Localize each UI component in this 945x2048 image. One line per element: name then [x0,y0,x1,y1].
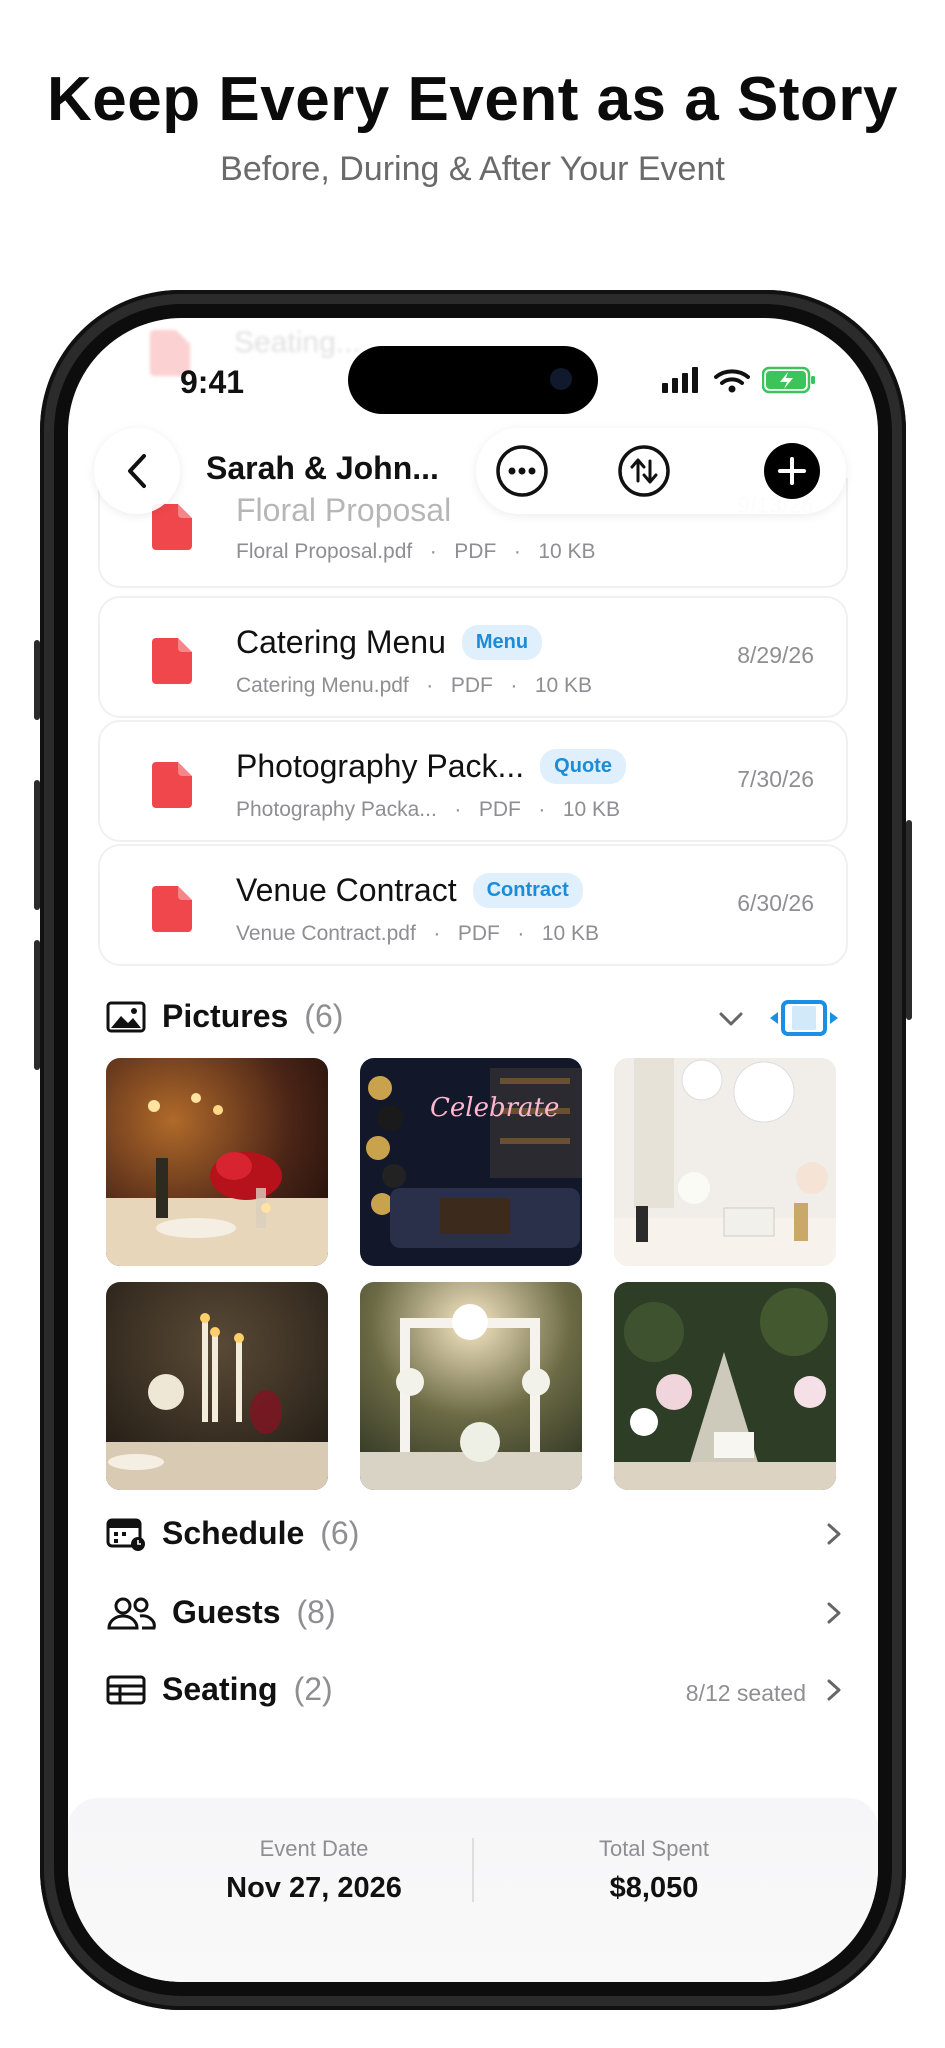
navigation-bar: Sarah & John... [94,428,846,514]
file-name: Floral Proposal.pdf [236,540,413,563]
nav-actions-group [476,428,846,514]
schedule-row[interactable]: Schedule (6) [106,1514,359,1552]
wifi-icon [714,369,750,393]
more-button[interactable] [494,443,550,499]
chevron-right-icon[interactable] [826,1601,842,1625]
file-card-catering[interactable]: Catering Menu Menu Catering Menu.pdf · P… [98,596,848,718]
file-name: Catering Menu.pdf [236,674,409,697]
stat-label: Total Spent [598,1836,710,1861]
section-label: Schedule [162,1514,305,1551]
pdf-file-icon [152,762,192,808]
pdf-file-icon [152,638,192,684]
file-type: PDF [457,922,500,945]
status-icons [662,366,816,394]
file-date: 7/30/26 [737,766,814,792]
guests-row[interactable]: Guests (8) [106,1594,336,1631]
event-photo-2[interactable]: Celebrate [360,1058,582,1266]
section-count: (2) [293,1671,333,1707]
status-time: 9:41 [180,364,245,400]
section-count: (8) [296,1594,336,1630]
meta-separator: · [426,674,434,697]
carousel-view-icon[interactable] [768,996,840,1040]
section-label: Seating [162,1671,278,1707]
sort-arrows-icon [618,445,670,497]
meta-separator: · [454,798,462,821]
phone-power-button [906,820,912,1020]
section-count: (6) [320,1514,360,1551]
plus-icon [778,457,806,485]
file-name: Venue Contract.pdf [236,922,416,945]
event-photo-3[interactable] [614,1058,836,1266]
pdf-file-icon [152,886,192,932]
file-tag: Contract [472,873,583,908]
nav-title: Sarah & John... [206,450,439,486]
chevron-right-icon[interactable] [826,1678,842,1702]
file-title: Venue Contract [236,872,457,908]
chevron-down-icon[interactable] [718,1010,744,1028]
meta-separator: · [513,540,521,563]
file-type: PDF [478,798,521,821]
meta-separator: · [510,674,518,697]
file-type: PDF [454,540,497,563]
neon-sign-text: Celebrate [430,1093,559,1123]
battery-charging-icon [762,366,815,394]
chevron-left-icon [128,454,146,488]
file-date: 8/29/26 [737,642,814,668]
promo-subheadline: Before, During & After Your Event [220,150,725,188]
section-count: (6) [304,998,344,1034]
file-card-venue[interactable]: Venue Contract Contract Venue Contract.p… [98,844,848,966]
event-photo-4[interactable] [106,1282,328,1490]
meta-separator: · [433,922,441,945]
event-summary-bar: Event Date Nov 27, 2026 Total Spent $8,0… [68,1798,878,1982]
file-size: 10 KB [538,540,596,563]
ellipsis-circle-icon [496,445,548,497]
promo-headline: Keep Every Event as a Story [47,65,898,134]
section-label: Guests [172,1594,281,1630]
back-button[interactable] [94,428,180,514]
table-grid-icon [106,1675,146,1704]
file-title: Photography Pack... [236,748,525,784]
file-size: 10 KB [534,674,593,697]
chevron-right-icon[interactable] [826,1522,842,1546]
event-date-stat: Event Date Nov 27, 2026 [164,1836,464,1905]
phone-screen: Seating... Floral Proposal Floral Propos… [68,318,878,1982]
phone-frame: Seating... Floral Proposal Floral Propos… [40,290,906,2010]
faded-file-title: Seating... [234,326,361,359]
cellular-signal-icon [662,367,698,393]
file-title: Catering Menu [236,624,446,660]
file-date: 6/30/26 [737,890,814,916]
meta-separator: · [517,922,525,945]
seating-row[interactable]: Seating (2) [106,1671,333,1708]
meta-separator: · [429,540,437,563]
pictures-section-header[interactable]: Pictures (6) [106,998,343,1035]
total-spent-stat: Total Spent $8,050 [504,1836,804,1905]
meta-separator: · [538,798,546,821]
stat-value: $8,050 [609,1872,699,1904]
file-tag: Menu [461,625,543,660]
sort-button[interactable] [616,443,672,499]
stat-label: Event Date [259,1836,369,1861]
stat-divider [472,1838,474,1902]
file-size: 10 KB [562,798,621,821]
stat-value: Nov 27, 2026 [226,1872,402,1904]
file-card-photography[interactable]: Photography Pack... Quote Photography Pa… [98,720,848,842]
file-type: PDF [450,674,493,697]
event-photo-6[interactable] [614,1282,836,1490]
event-photo-1[interactable] [106,1058,328,1266]
add-button[interactable] [764,443,820,499]
seating-progress-text: 8/12 seated [685,1680,806,1706]
calendar-clock-icon [106,1518,145,1551]
dynamic-island [348,346,598,414]
file-size: 10 KB [541,922,600,945]
section-label: Pictures [162,998,289,1034]
event-photo-5[interactable] [360,1282,582,1490]
photo-icon [106,1001,146,1032]
people-icon [107,1597,156,1629]
file-name: Photography Packa... [236,798,437,821]
file-tag: Quote [540,749,626,784]
